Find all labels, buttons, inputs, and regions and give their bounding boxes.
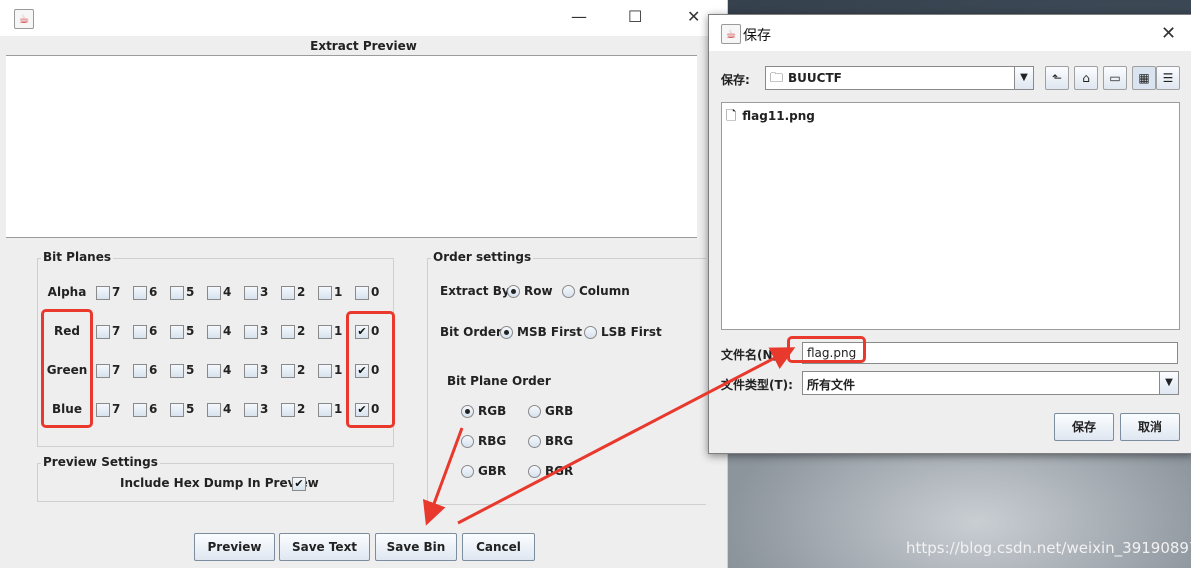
watermark: https://blog.csdn.net/weixin_39190897 [906, 539, 1191, 557]
arrow-to-filename [457, 347, 796, 525]
arrow-to-save-bin [422, 427, 464, 526]
annotation-arrows [422, 347, 796, 526]
